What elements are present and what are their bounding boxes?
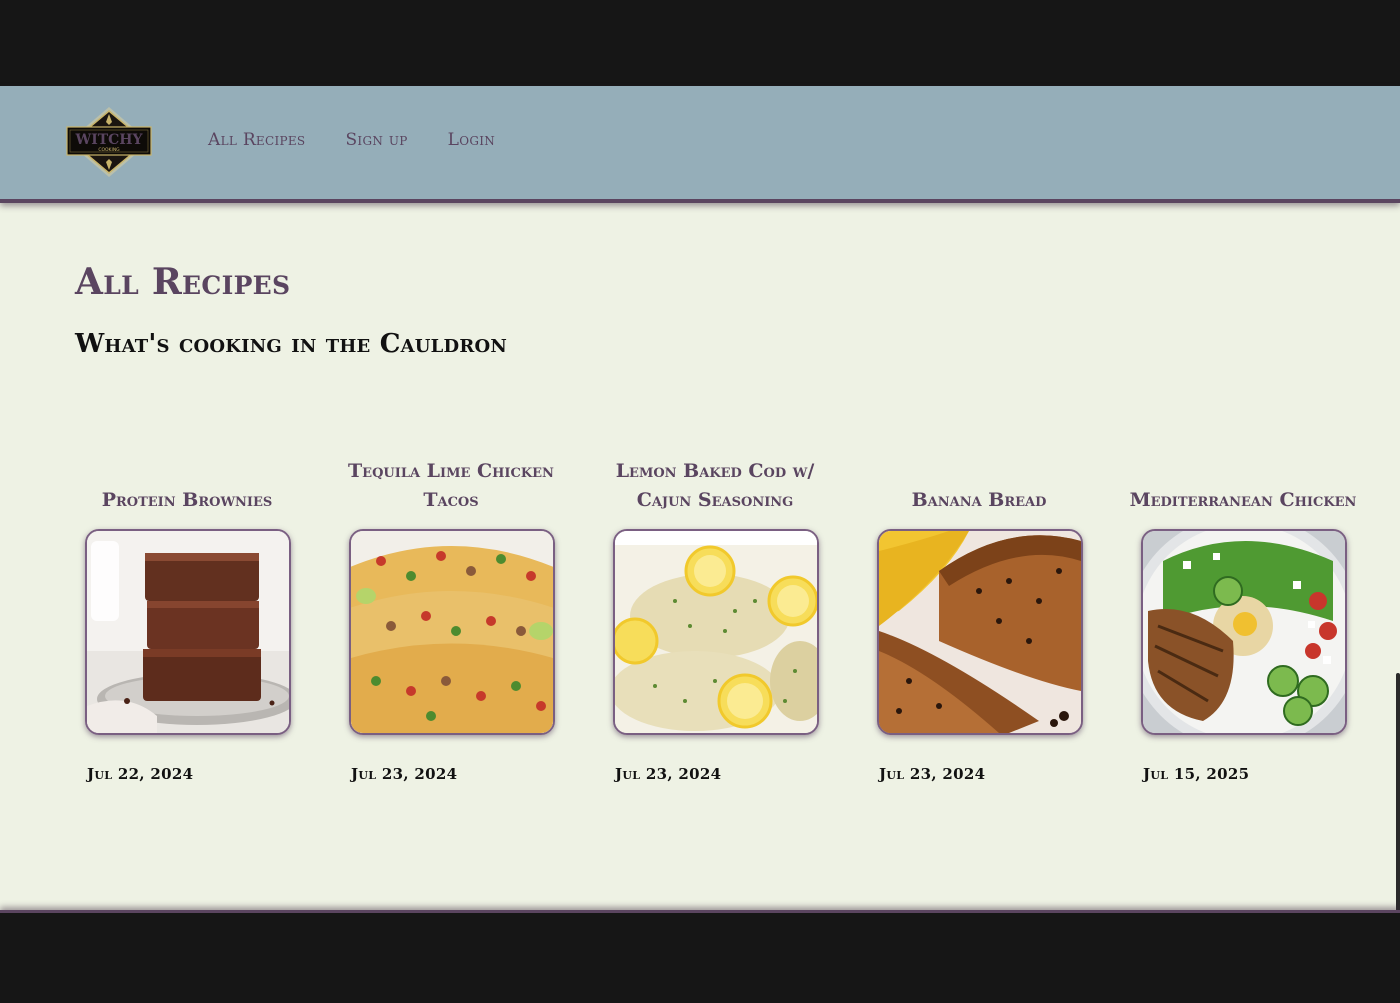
page-title: All Recipes [75,261,291,303]
nav-link-all-recipes[interactable]: All Recipes [208,130,305,150]
recipe-card[interactable]: Protein Brownies Jul 22, 2024 [62,453,312,793]
recipe-image[interactable] [613,529,819,735]
page-subtitle: What's cooking in the Cauldron [75,329,508,359]
recipe-date: Jul 23, 2024 [615,765,722,783]
chicken-salad-photo [1143,531,1345,733]
horizontal-scroll-edge[interactable] [1396,673,1400,923]
witchy-cooking-logo[interactable]: WITCHY COOKING [66,105,152,179]
recipe-title[interactable]: Lemon Baked Cod w/ Cajun Seasoning [590,453,840,515]
navbar: WITCHY COOKING All Recipes Sign up Login [0,86,1400,203]
nav-link-sign-up[interactable]: Sign up [345,130,407,150]
recipe-card[interactable]: Lemon Baked Cod w/ Cajun Seasoning Jul 2… [590,453,840,793]
main-content: All Recipes What's cooking in the Cauldr… [0,203,1400,923]
recipe-image[interactable] [877,529,1083,735]
recipe-image[interactable] [85,529,291,735]
main-nav: All Recipes Sign up Login [208,130,495,150]
recipe-date: Jul 23, 2024 [879,765,986,783]
recipe-date: Jul 23, 2024 [351,765,458,783]
cod-photo [615,531,817,733]
recipe-image[interactable] [1141,529,1347,735]
recipe-date: Jul 22, 2024 [87,765,194,783]
recipe-card[interactable]: Mediterranean Chicken Jul 15, 2025 [1118,453,1368,793]
logo-subwordmark: COOKING [98,147,120,153]
recipe-title[interactable]: Tequila Lime Chicken Tacos [326,453,576,515]
logo-emblem-icon: WITCHY COOKING [66,107,152,177]
recipe-card[interactable]: Banana Bread Jul 23, 2024 [854,453,1104,793]
brownies-photo [87,531,289,733]
recipe-image[interactable] [349,529,555,735]
nav-link-login[interactable]: Login [448,130,495,150]
tacos-photo [351,531,553,733]
logo-wordmark: WITCHY [74,132,143,148]
banana-bread-photo [879,531,1081,733]
top-letterbox [0,0,1400,86]
bottom-letterbox [0,910,1400,1003]
recipe-card[interactable]: Tequila Lime Chicken Tacos Jul 23, 2024 [326,453,576,793]
recipe-title[interactable]: Mediterranean Chicken [1118,453,1368,515]
recipe-date: Jul 15, 2025 [1143,765,1250,783]
recipe-title[interactable]: Protein Brownies [62,453,312,515]
recipe-title[interactable]: Banana Bread [854,453,1104,515]
